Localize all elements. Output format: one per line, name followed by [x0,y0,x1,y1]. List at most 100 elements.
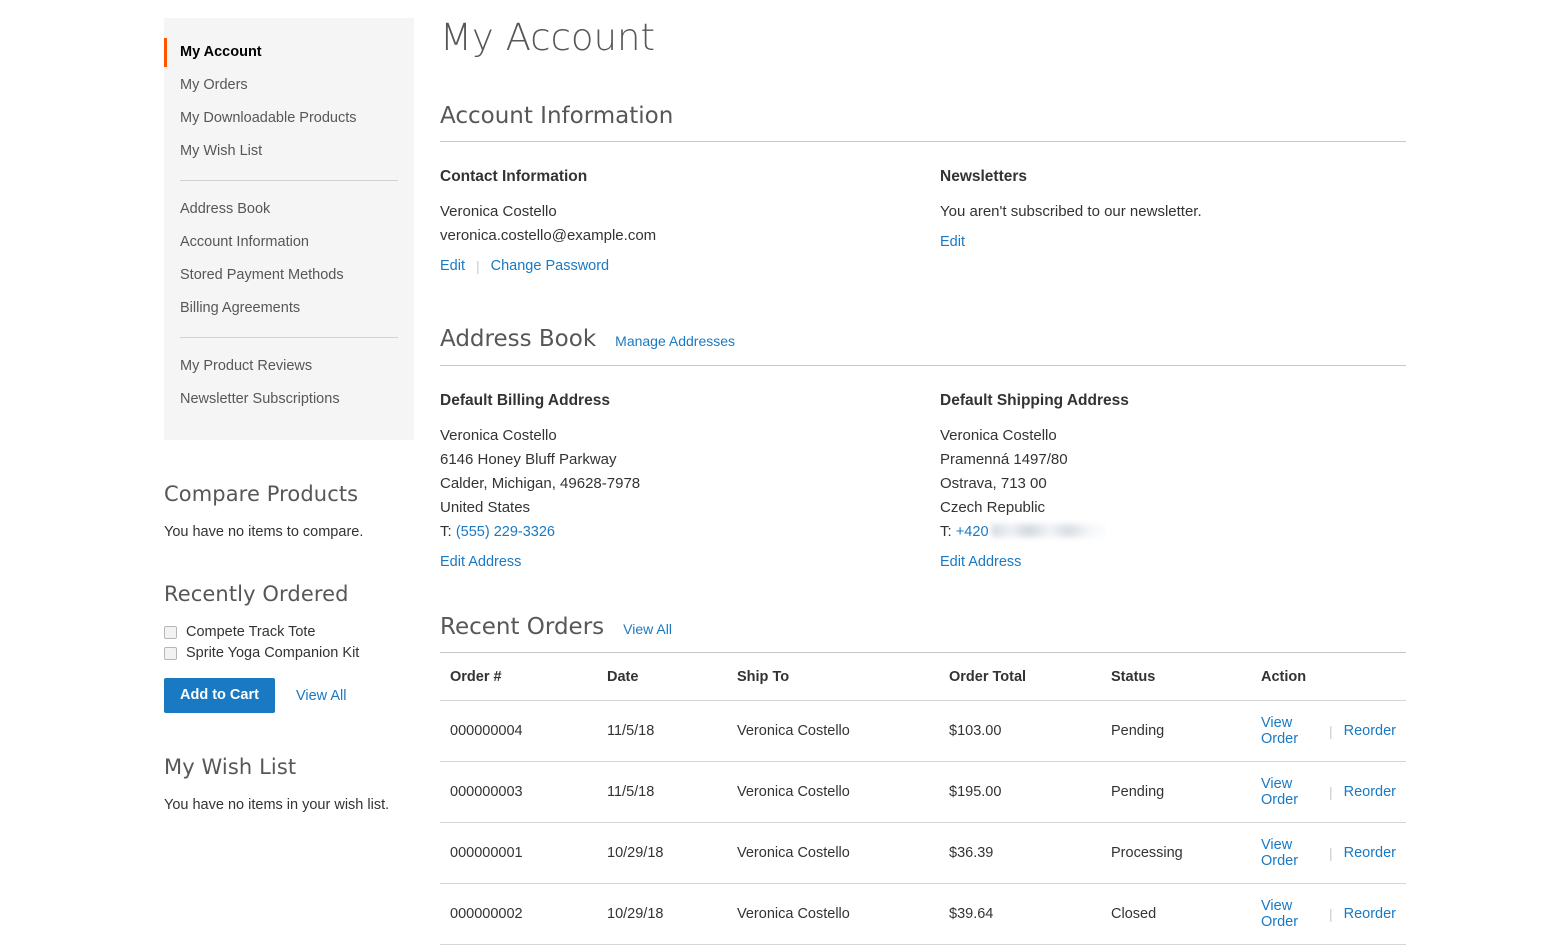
shipping-country: Czech Republic [940,498,1046,516]
cell-order-total: $103.00 [939,700,1101,763]
sidebar-item-my-product-reviews[interactable]: My Product Reviews [164,350,414,383]
wish-list-block: My Wish List You have no items in your w… [164,755,444,813]
recent-orders-section: Recent Orders View All Order # Date Ship… [440,614,1406,945]
recently-ordered-title: Recently Ordered [164,582,349,606]
cell-action: View Order | Reorder [1251,883,1406,945]
sidebar-item-label: Address Book [180,201,271,217]
billing-country: United States [440,498,531,516]
action-links: View Order | Reorder [1261,837,1396,869]
reorder-link[interactable]: Reorder [1344,906,1396,922]
table-body: 000000004 11/5/18 Veronica Costello $103… [440,700,1406,945]
view-order-link[interactable]: View Order [1261,837,1318,869]
cell-order-number: 000000003 [440,761,597,824]
cell-order-number: 000000002 [440,883,597,945]
edit-contact-link[interactable]: Edit [440,258,465,274]
table-row: 000000003 11/5/18 Veronica Costello $195… [440,761,1406,824]
billing-name: Veronica Costello [440,426,557,444]
billing-address-links: Edit Address [440,554,940,570]
sidebar-item-stored-payment-methods[interactable]: Stored Payment Methods [164,259,414,292]
recently-ordered-item-label: Sprite Yoga Companion Kit [186,645,360,661]
cell-ship-to: Veronica Costello [727,700,939,763]
add-to-cart-button[interactable]: Add to Cart [164,678,275,714]
billing-phone-link[interactable]: (555) 229-3326 [456,524,555,540]
recent-orders-table: Order # Date Ship To Order Total Status … [440,653,1406,945]
edit-billing-address-link[interactable]: Edit Address [440,554,521,570]
newsletters-block: Newsletters You aren't subscribed to our… [940,168,1406,274]
wish-list-title: My Wish List [164,755,297,780]
recent-orders-view-all-link[interactable]: View All [623,621,672,637]
sidebar-item-newsletter-subscriptions[interactable]: Newsletter Subscriptions [164,383,414,416]
sidebar-item-label: My Wish List [180,143,263,159]
view-order-link[interactable]: View Order [1261,715,1318,747]
view-order-link[interactable]: View Order [1261,776,1318,808]
address-book-section: Address Book Manage Addresses Default Bi… [440,326,1406,570]
shipping-name: Veronica Costello [940,426,1057,444]
account-information-title: Account Information [440,102,674,129]
table-row: 000000001 10/29/18 Veronica Costello $36… [440,822,1406,885]
recently-ordered-item-label: Compete Track Tote [186,624,316,640]
recently-ordered-block: Recently Ordered Compete Track Tote Spri… [164,582,444,714]
cell-date: 11/5/18 [597,761,727,824]
action-links: View Order | Reorder [1261,715,1396,747]
main-content: My Account Account Information Contact I… [440,17,1406,945]
reorder-link[interactable]: Reorder [1344,784,1396,800]
checkbox-icon[interactable] [164,646,177,660]
cell-order-number: 000000004 [440,700,597,763]
sidebar-item-address-book[interactable]: Address Book [164,193,414,226]
column-header-action: Action [1251,653,1406,702]
newsletters-links: Edit [940,234,1406,250]
account-nav: My Account My Orders My Downloadable Pro… [164,18,414,440]
edit-shipping-address-link[interactable]: Edit Address [940,554,1021,570]
cell-status: Pending [1101,700,1251,763]
view-order-link[interactable]: View Order [1261,898,1318,930]
cell-order-number: 000000001 [440,822,597,885]
cell-status: Processing [1101,822,1251,885]
column-header-order-number: Order # [440,653,597,702]
reorder-link[interactable]: Reorder [1344,845,1396,861]
table-row: 000000002 10/29/18 Veronica Costello $39… [440,883,1406,945]
cell-status: Pending [1101,761,1251,824]
nav-divider [180,337,398,338]
default-shipping-address-details: Veronica Costello Pramenná 1497/80 Ostra… [940,424,1406,544]
sidebar-item-billing-agreements[interactable]: Billing Agreements [164,292,414,325]
sidebar-item-my-orders[interactable]: My Orders [164,69,414,102]
reorder-link[interactable]: Reorder [1344,723,1396,739]
link-separator: | [1328,906,1333,923]
nav-group-other: My Product Reviews Newsletter Subscripti… [164,350,414,416]
cell-order-total: $36.39 [939,822,1101,885]
sidebar-item-account-information[interactable]: Account Information [164,226,414,259]
billing-street: 6146 Honey Bluff Parkway [440,450,617,468]
edit-newsletter-link[interactable]: Edit [940,234,965,250]
shipping-phone-link[interactable]: +420 [956,524,989,540]
column-header-ship-to: Ship To [727,653,939,702]
contact-email: veronica.costello@example.com [440,227,657,245]
sidebar-item-label: Account Information [180,234,309,250]
list-item[interactable]: Sprite Yoga Companion Kit [164,645,444,661]
redacted-phone-digits [990,523,1105,537]
recently-ordered-actions: Add to Cart View All [164,678,444,714]
nav-group-settings: Address Book Account Information Stored … [164,193,414,325]
sidebar-item-my-downloadable-products[interactable]: My Downloadable Products [164,102,414,135]
sidebar-item-label: Billing Agreements [180,300,301,316]
cell-action: View Order | Reorder [1251,822,1406,885]
link-separator: | [1328,723,1333,740]
checkbox-icon[interactable] [164,625,177,639]
cell-action: View Order | Reorder [1251,700,1406,763]
contact-information-title: Contact Information [440,168,588,186]
sidebar-item-my-account[interactable]: My Account [164,36,414,69]
cell-date: 11/5/18 [597,700,727,763]
recently-ordered-view-all-link[interactable]: View All [296,688,347,704]
manage-addresses-link[interactable]: Manage Addresses [615,333,735,349]
change-password-link[interactable]: Change Password [491,258,610,274]
list-item[interactable]: Compete Track Tote [164,624,444,640]
table-row: 000000004 11/5/18 Veronica Costello $103… [440,700,1406,763]
column-header-order-total: Order Total [939,653,1101,702]
table-header-row: Order # Date Ship To Order Total Status … [440,653,1406,702]
my-account-page: My Account My Orders My Downloadable Pro… [0,0,1567,945]
compare-products-empty-text: You have no items to compare. [164,524,364,540]
shipping-street: Pramenná 1497/80 [940,450,1068,468]
action-links: View Order | Reorder [1261,898,1396,930]
sidebar-item-my-wish-list[interactable]: My Wish List [164,135,414,168]
newsletters-status-text: You aren't subscribed to our newsletter. [940,203,1202,221]
